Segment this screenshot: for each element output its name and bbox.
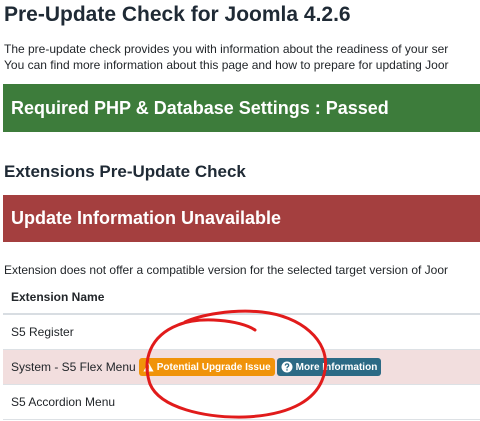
extension-name: S5 Register xyxy=(11,325,74,339)
more-information-button[interactable]: More Information xyxy=(276,358,382,376)
question-circle-icon xyxy=(281,361,293,373)
potential-upgrade-issue-label: Potential Upgrade Issue xyxy=(156,361,271,373)
more-information-label: More Information xyxy=(295,361,378,373)
table-row: System - S5 Flex Menu Potential Upgrade … xyxy=(3,350,480,385)
update-info-unavailable-banner: Update Information Unavailable xyxy=(3,195,480,242)
extension-name: System - S5 Flex Menu xyxy=(11,360,136,374)
extensions-table: Extension Name S5 Register System - S5 F… xyxy=(3,280,480,420)
page-title: Pre-Update Check for Joomla 4.2.6 xyxy=(4,3,351,26)
potential-upgrade-issue-badge[interactable]: Potential Upgrade Issue xyxy=(138,358,275,376)
extensions-description: Extension does not offer a compatible ve… xyxy=(4,263,449,277)
warning-triangle-icon xyxy=(143,362,154,372)
php-database-status-banner: Required PHP & Database Settings : Passe… xyxy=(3,84,480,132)
extension-name-column-header: Extension Name xyxy=(3,280,480,315)
intro-line-2: You can find more information about this… xyxy=(4,58,449,72)
table-row: S5 Register xyxy=(3,315,480,350)
intro-text: The pre-update check provides you with i… xyxy=(4,41,449,73)
extension-name: S5 Accordion Menu xyxy=(11,395,116,409)
extensions-section-title: Extensions Pre-Update Check xyxy=(4,162,246,181)
table-row: S5 Accordion Menu xyxy=(3,385,480,420)
intro-line-1: The pre-update check provides you with i… xyxy=(4,42,449,56)
